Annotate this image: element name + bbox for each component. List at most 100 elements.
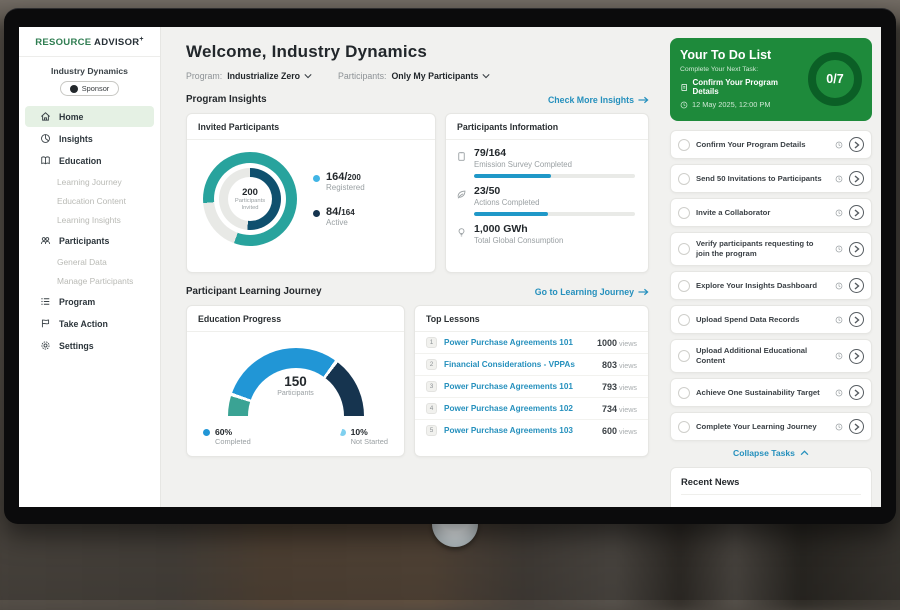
collapse-tasks-link[interactable]: Collapse Tasks xyxy=(670,448,872,458)
donut-center-value: 200 xyxy=(242,187,258,198)
sidebar-item-insights[interactable]: Insights xyxy=(25,128,154,149)
sidebar-item-education-content[interactable]: Education Content xyxy=(19,191,160,210)
lesson-row-5[interactable]: 5 Power Purchase Agreements 103 600views xyxy=(415,420,648,441)
lesson-rank: 1 xyxy=(426,337,437,348)
app-logo: RESOURCE ADVISOR+ xyxy=(19,36,160,57)
task-label: Invite a Collaborator xyxy=(696,208,829,218)
task-open-button[interactable] xyxy=(849,137,864,152)
legend-dot-active xyxy=(313,210,320,217)
sidebar-item-education[interactable]: Education xyxy=(25,150,154,171)
participants-icon xyxy=(40,235,51,246)
task-open-button[interactable] xyxy=(849,385,864,400)
program-insights-header: Program Insights Check More Insights xyxy=(186,94,649,105)
task-open-button[interactable] xyxy=(849,349,864,364)
emission-progress-bar xyxy=(474,174,635,178)
task-checkbox[interactable] xyxy=(678,139,690,151)
legend-active: 84/164 Active xyxy=(313,206,365,227)
task-label: Upload Spend Data Records xyxy=(696,315,829,325)
task-checkbox[interactable] xyxy=(678,314,690,326)
check-more-insights-link[interactable]: Check More Insights xyxy=(548,95,649,105)
go-to-learning-journey-link[interactable]: Go to Learning Journey xyxy=(535,287,649,297)
sidebar-item-learning-journey[interactable]: Learning Journey xyxy=(19,172,160,191)
sponsor-badge-label: Sponsor xyxy=(82,84,110,93)
sidebar-item-program[interactable]: Program xyxy=(25,291,154,312)
sidebar-item-home[interactable]: Home xyxy=(25,106,154,127)
stat-value: 1,000 GWh xyxy=(474,223,563,235)
task-checkbox[interactable] xyxy=(678,387,690,399)
chevron-right-icon xyxy=(854,245,860,253)
education-icon xyxy=(40,155,51,166)
sidebar-item-learning-insights[interactable]: Learning Insights xyxy=(19,210,160,229)
settings-icon xyxy=(40,340,51,351)
task-open-button[interactable] xyxy=(849,242,864,257)
todo-next-task: Confirm Your Program Details xyxy=(680,78,800,96)
task-row-9: Complete Your Learning Journey xyxy=(670,412,872,441)
sidebar-sub-label: Learning Journey xyxy=(57,177,122,187)
task-row-3: Invite a Collaborator xyxy=(670,198,872,227)
lesson-row-4[interactable]: 4 Power Purchase Agreements 102 734views xyxy=(415,398,648,420)
sidebar: RESOURCE ADVISOR+ Industry Dynamics Spon… xyxy=(19,27,161,507)
logo-text-resource: RESOURCE xyxy=(35,37,91,48)
arrow-right-icon xyxy=(638,288,649,296)
task-label: Achieve One Sustainability Target xyxy=(696,388,829,398)
lesson-row-2[interactable]: 2 Financial Considerations - VPPAs 803vi… xyxy=(415,354,648,376)
task-row-4: Verify participants requesting to join t… xyxy=(670,232,872,266)
sidebar-item-settings[interactable]: Settings xyxy=(25,335,154,356)
sidebar-item-label: Settings xyxy=(59,341,94,351)
task-checkbox[interactable] xyxy=(678,350,690,362)
program-filter-value: Industrialize Zero xyxy=(227,71,300,81)
lesson-title-link[interactable]: Financial Considerations - VPPAs xyxy=(444,360,595,369)
todo-summary-card: Your To Do List Complete Your Next Task:… xyxy=(670,38,872,121)
legend-label: Active xyxy=(326,218,355,227)
task-open-button[interactable] xyxy=(849,312,864,327)
lesson-row-3[interactable]: 3 Power Purchase Agreements 101 793views xyxy=(415,376,648,398)
task-row-6: Upload Spend Data Records xyxy=(670,305,872,334)
stat-value: 23/50 xyxy=(474,185,539,197)
learning-journey-title: Participant Learning Journey xyxy=(186,286,322,297)
program-icon xyxy=(40,296,51,307)
sidebar-item-participants[interactable]: Participants xyxy=(25,230,154,251)
participants-filter-dropdown[interactable]: Only My Participants xyxy=(391,71,490,81)
gauge-center-label: Participants xyxy=(228,390,364,397)
task-label: Confirm Your Program Details xyxy=(696,140,829,150)
education-gauge-chart: 150 Participants xyxy=(228,348,364,416)
task-open-button[interactable] xyxy=(849,419,864,434)
sidebar-item-manage-participants[interactable]: Manage Participants xyxy=(19,271,160,290)
task-row-8: Achieve One Sustainability Target xyxy=(670,378,872,407)
sidebar-item-general-data[interactable]: General Data xyxy=(19,252,160,271)
task-open-button[interactable] xyxy=(849,171,864,186)
chevron-up-icon xyxy=(800,450,809,456)
chevron-right-icon xyxy=(854,209,860,217)
sidebar-sub-label: Manage Participants xyxy=(57,276,133,286)
lesson-title-link[interactable]: Power Purchase Agreements 101 xyxy=(444,338,590,347)
task-checkbox[interactable] xyxy=(678,280,690,292)
task-checkbox[interactable] xyxy=(678,173,690,185)
clock-icon xyxy=(680,101,688,109)
lesson-title-link[interactable]: Power Purchase Agreements 101 xyxy=(444,382,595,391)
sidebar-item-label: Program xyxy=(59,297,95,307)
program-filter-dropdown[interactable]: Industrialize Zero xyxy=(227,71,312,81)
lesson-row-1[interactable]: 1 Power Purchase Agreements 101 1000view… xyxy=(415,332,648,354)
stat-label: Total Global Consumption xyxy=(474,236,563,245)
legend-value: 164/ xyxy=(326,171,347,183)
lesson-rank: 3 xyxy=(426,381,437,392)
participants-filter: Participants: Only My Participants xyxy=(338,71,490,81)
task-checkbox[interactable] xyxy=(678,207,690,219)
lesson-title-link[interactable]: Power Purchase Agreements 102 xyxy=(444,404,595,413)
lesson-rank: 5 xyxy=(426,425,437,436)
donut-legend: 164/200 Registered 84/164 Active xyxy=(313,171,365,227)
sidebar-sub-label: Learning Insights xyxy=(57,215,121,225)
legend-label: Registered xyxy=(326,183,365,192)
task-checkbox[interactable] xyxy=(678,421,690,433)
task-checkbox[interactable] xyxy=(678,243,690,255)
task-open-button[interactable] xyxy=(849,205,864,220)
invited-donut-body: 200 Participants Invited 164/200 Registe… xyxy=(187,140,435,246)
actions-icon xyxy=(456,189,467,200)
program-insights-title: Program Insights xyxy=(186,94,267,105)
sidebar-item-take-action[interactable]: Take Action xyxy=(25,313,154,334)
chevron-right-icon xyxy=(854,316,860,324)
lesson-title-link[interactable]: Power Purchase Agreements 103 xyxy=(444,426,595,435)
task-open-button[interactable] xyxy=(849,278,864,293)
chevron-right-icon xyxy=(854,175,860,183)
sidebar-item-label: Home xyxy=(59,112,83,122)
